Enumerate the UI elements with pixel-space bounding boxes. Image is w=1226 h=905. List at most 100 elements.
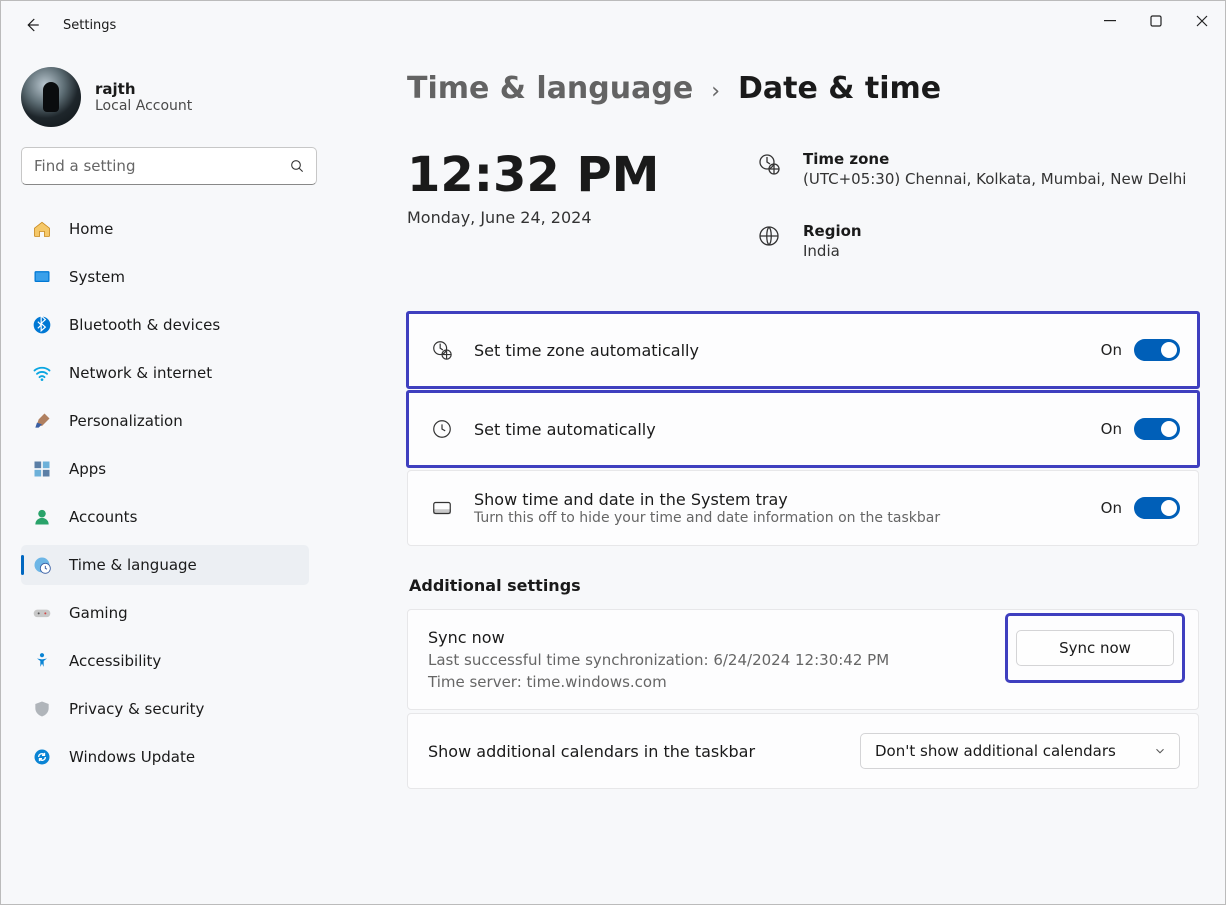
- time-summary: 12:32 PM Monday, June 24, 2024 Time zone…: [407, 150, 1199, 260]
- nav-personalization[interactable]: Personalization: [21, 401, 309, 441]
- current-date: Monday, June 24, 2024: [407, 208, 757, 227]
- nav-bluetooth[interactable]: Bluetooth & devices: [21, 305, 309, 345]
- sync-heading: Sync now: [428, 628, 1012, 647]
- toggle-tray[interactable]: [1134, 497, 1180, 519]
- clock-icon: [428, 418, 456, 440]
- card-set-timezone-auto: Set time zone automatically On: [407, 312, 1199, 388]
- sync-server: Time server: time.windows.com: [428, 673, 1012, 691]
- sync-now-button[interactable]: Sync now: [1016, 630, 1174, 666]
- sidebar: rajth Local Account Home System Bluetoot…: [1, 49, 321, 904]
- window-controls: [1087, 1, 1225, 41]
- globe-clock-icon: [31, 555, 53, 575]
- nav-label: System: [69, 268, 125, 286]
- nav-label: Bluetooth & devices: [69, 316, 220, 334]
- maximize-icon: [1150, 15, 1162, 27]
- clock-globe-icon: [428, 339, 456, 361]
- crumb-parent[interactable]: Time & language: [407, 71, 693, 106]
- minimize-button[interactable]: [1087, 1, 1133, 41]
- close-button[interactable]: [1179, 1, 1225, 41]
- avatar: [21, 67, 81, 127]
- shield-icon: [31, 699, 53, 719]
- toggle-tz-auto[interactable]: [1134, 339, 1180, 361]
- nav-accounts[interactable]: Accounts: [21, 497, 309, 537]
- close-icon: [1196, 15, 1208, 27]
- clock-globe-icon: [757, 150, 783, 188]
- home-icon: [31, 219, 53, 239]
- nav: Home System Bluetooth & devices Network …: [21, 209, 309, 777]
- taskbar-icon: [428, 497, 456, 519]
- current-time: 12:32 PM: [407, 150, 757, 200]
- chevron-right-icon: ›: [711, 79, 720, 104]
- setting-label: Show additional calendars in the taskbar: [428, 742, 755, 761]
- nav-label: Personalization: [69, 412, 183, 430]
- toggle-state: On: [1101, 341, 1122, 359]
- search-icon: [289, 158, 305, 174]
- sync-highlight: Sync now: [1008, 616, 1182, 680]
- card-set-time-auto: Set time automatically On: [407, 391, 1199, 467]
- section-additional: Additional settings: [409, 576, 1199, 595]
- nav-update[interactable]: Windows Update: [21, 737, 309, 777]
- breadcrumb: Time & language › Date & time: [407, 71, 1199, 106]
- page-title: Date & time: [738, 71, 941, 106]
- system-icon: [31, 267, 53, 287]
- toggle-state: On: [1101, 499, 1122, 517]
- card-sync: Sync now Last successful time synchroniz…: [407, 609, 1199, 710]
- nav-apps[interactable]: Apps: [21, 449, 309, 489]
- globe-icon: [757, 222, 783, 260]
- dropdown-value: Don't show additional calendars: [875, 742, 1116, 760]
- nav-privacy[interactable]: Privacy & security: [21, 689, 309, 729]
- profile[interactable]: rajth Local Account: [21, 67, 309, 127]
- tz-label: Time zone: [803, 150, 1186, 168]
- chevron-down-icon: [1153, 744, 1167, 758]
- person-icon: [31, 507, 53, 527]
- nav-label: Time & language: [69, 556, 197, 574]
- window-title: Settings: [63, 18, 116, 33]
- gamepad-icon: [31, 603, 53, 623]
- back-button[interactable]: [23, 16, 41, 34]
- nav-label: Apps: [69, 460, 106, 478]
- search: [21, 147, 317, 185]
- nav-label: Privacy & security: [69, 700, 204, 718]
- accessibility-icon: [31, 651, 53, 671]
- nav-network[interactable]: Network & internet: [21, 353, 309, 393]
- nav-time-language[interactable]: Time & language: [21, 545, 309, 585]
- nav-label: Network & internet: [69, 364, 212, 382]
- user-sub: Local Account: [95, 98, 192, 114]
- update-icon: [31, 747, 53, 767]
- titlebar: Settings: [1, 1, 1225, 49]
- maximize-button[interactable]: [1133, 1, 1179, 41]
- card-calendars: Show additional calendars in the taskbar…: [407, 713, 1199, 789]
- region-label: Region: [803, 222, 862, 240]
- toggle-time-auto[interactable]: [1134, 418, 1180, 440]
- sync-last: Last successful time synchronization: 6/…: [428, 651, 1012, 669]
- search-input[interactable]: [21, 147, 317, 185]
- arrow-left-icon: [23, 16, 41, 34]
- nav-label: Gaming: [69, 604, 128, 622]
- nav-home[interactable]: Home: [21, 209, 309, 249]
- region-info: Region India: [757, 222, 1186, 260]
- nav-label: Accessibility: [69, 652, 161, 670]
- bluetooth-icon: [31, 315, 53, 335]
- nav-accessibility[interactable]: Accessibility: [21, 641, 309, 681]
- region-value: India: [803, 242, 862, 260]
- minimize-icon: [1104, 15, 1116, 27]
- setting-label: Set time zone automatically: [474, 341, 1101, 360]
- setting-sub: Turn this off to hide your time and date…: [474, 510, 1101, 526]
- nav-label: Windows Update: [69, 748, 195, 766]
- calendars-dropdown[interactable]: Don't show additional calendars: [860, 733, 1180, 769]
- settings-window: Settings rajth Local Account Home System: [0, 0, 1226, 905]
- brush-icon: [31, 411, 53, 431]
- user-name: rajth: [95, 80, 192, 98]
- nav-label: Accounts: [69, 508, 137, 526]
- apps-icon: [31, 459, 53, 479]
- setting-label: Set time automatically: [474, 420, 1101, 439]
- tz-value: (UTC+05:30) Chennai, Kolkata, Mumbai, Ne…: [803, 170, 1186, 188]
- nav-label: Home: [69, 220, 113, 238]
- toggle-state: On: [1101, 420, 1122, 438]
- setting-label: Show time and date in the System tray: [474, 490, 1101, 509]
- nav-system[interactable]: System: [21, 257, 309, 297]
- card-tray: Show time and date in the System tray Tu…: [407, 470, 1199, 546]
- wifi-icon: [31, 363, 53, 383]
- timezone-info: Time zone (UTC+05:30) Chennai, Kolkata, …: [757, 150, 1186, 188]
- nav-gaming[interactable]: Gaming: [21, 593, 309, 633]
